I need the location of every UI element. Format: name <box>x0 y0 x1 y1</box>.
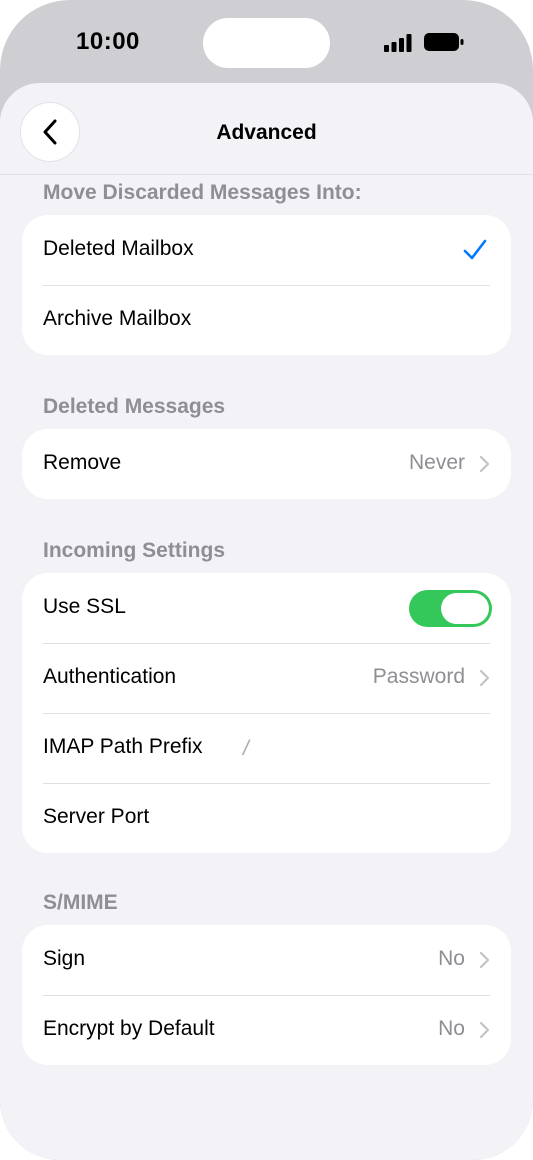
chevron-right-icon <box>479 669 490 687</box>
section-header-discarded: Move Discarded Messages Into: <box>43 181 362 204</box>
section-header-incoming: Incoming Settings <box>43 539 226 562</box>
cellular-signal-icon <box>384 34 412 52</box>
phone-frame: 10:00 Advanced Move Discarded Messages I… <box>0 0 533 1160</box>
imap-path-prefix-row[interactable]: IMAP Path Prefix / <box>22 713 511 783</box>
encrypt-by-default-value: No <box>438 1017 465 1040</box>
page-title: Advanced <box>216 121 317 144</box>
deleted-mailbox-label: Deleted Mailbox <box>43 237 194 260</box>
server-port-row[interactable]: Server Port <box>22 783 511 853</box>
incoming-settings-group: Use SSL Authentication Password IMAP Pat… <box>22 573 511 853</box>
smime-group: Sign No Encrypt by Default No <box>22 925 511 1065</box>
sign-label: Sign <box>43 947 86 970</box>
status-time: 10:00 <box>76 28 140 55</box>
use-ssl-toggle[interactable] <box>409 590 492 627</box>
use-ssl-row: Use SSL <box>22 573 511 643</box>
section-header-deleted-messages: Deleted Messages <box>43 395 226 418</box>
archive-mailbox-option[interactable]: Archive Mailbox <box>22 285 511 355</box>
use-ssl-label: Use SSL <box>43 595 126 618</box>
server-port-label: Server Port <box>43 805 150 828</box>
archive-mailbox-label: Archive Mailbox <box>43 307 192 330</box>
checkmark-icon <box>463 239 487 260</box>
discarded-group: Deleted Mailbox Archive Mailbox <box>22 215 511 355</box>
imap-path-prefix-field[interactable]: / <box>243 737 249 761</box>
encrypt-by-default-row[interactable]: Encrypt by Default No <box>22 995 511 1065</box>
status-bar: 10:00 <box>0 0 533 90</box>
deleted-messages-group: Remove Never <box>22 429 511 499</box>
imap-path-prefix-label: IMAP Path Prefix <box>43 735 203 758</box>
chevron-right-icon <box>479 455 490 473</box>
authentication-value: Password <box>372 665 465 688</box>
sign-value: No <box>438 947 465 970</box>
chevron-right-icon <box>479 951 490 969</box>
remove-label: Remove <box>43 451 122 474</box>
dynamic-island <box>203 18 330 68</box>
remove-row[interactable]: Remove Never <box>22 429 511 499</box>
navigation-bar: Advanced <box>0 83 533 175</box>
authentication-label: Authentication <box>43 665 177 688</box>
sign-row[interactable]: Sign No <box>22 925 511 995</box>
encrypt-by-default-label: Encrypt by Default <box>43 1017 215 1040</box>
section-header-smime: S/MIME <box>43 891 118 914</box>
authentication-row[interactable]: Authentication Password <box>22 643 511 713</box>
chevron-right-icon <box>479 1021 490 1039</box>
battery-icon <box>424 33 464 51</box>
remove-value: Never <box>408 451 465 474</box>
toggle-knob <box>441 593 489 624</box>
deleted-mailbox-option[interactable]: Deleted Mailbox <box>22 215 511 285</box>
settings-sheet: Advanced Move Discarded Messages Into: D… <box>0 83 533 1160</box>
